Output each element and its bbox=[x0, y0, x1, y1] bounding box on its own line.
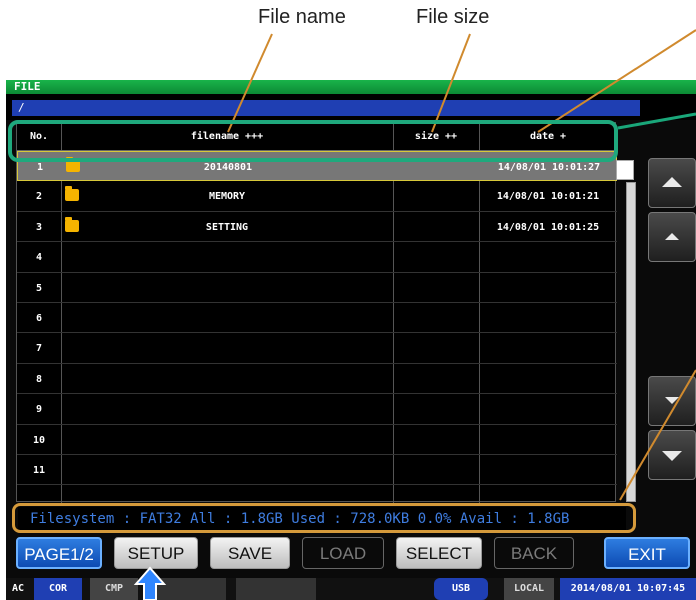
page-up-button[interactable] bbox=[648, 158, 696, 208]
header-callout-box bbox=[8, 120, 618, 162]
table-row[interactable]: 7 bbox=[17, 333, 617, 364]
arrow-up-icon bbox=[133, 566, 167, 600]
file-table: No. filename +++ size ++ date + 1 2014080… bbox=[16, 122, 617, 503]
page-down-button[interactable] bbox=[648, 430, 696, 480]
table-row[interactable]: 2 MEMORY 14/08/01 10:01:21 bbox=[17, 181, 617, 212]
usb-indicator: USB bbox=[434, 578, 488, 600]
table-row[interactable]: 9 bbox=[17, 394, 617, 425]
load-button[interactable]: LOAD bbox=[302, 537, 384, 569]
cor-indicator: COR bbox=[34, 578, 82, 600]
setup-button[interactable]: SETUP bbox=[114, 537, 198, 569]
cmp-indicator: CMP bbox=[90, 578, 138, 600]
table-row[interactable]: 10 bbox=[17, 425, 617, 455]
scroll-down-button[interactable] bbox=[648, 376, 696, 426]
exit-button[interactable]: EXIT bbox=[604, 537, 690, 569]
caret-down-icon bbox=[665, 397, 679, 404]
status-callout-box bbox=[12, 503, 636, 533]
row-filename: MEMORY bbox=[208, 191, 246, 203]
indicator-slot bbox=[236, 578, 316, 600]
file-name-callout: File name bbox=[258, 6, 346, 28]
path-bar: / bbox=[6, 94, 696, 120]
bottom-status-bar: AC COR CMP USB LOCAL 2014/08/01 10:07:45 bbox=[6, 578, 696, 600]
row-number: 2 bbox=[35, 191, 43, 203]
ac-indicator: AC bbox=[12, 583, 25, 594]
row-number: 5 bbox=[35, 282, 43, 294]
caret-up-icon bbox=[665, 233, 679, 240]
row-number: 3 bbox=[35, 221, 43, 233]
select-checkbox[interactable] bbox=[616, 160, 634, 180]
triangle-down-icon bbox=[662, 451, 682, 461]
row-number: 8 bbox=[35, 373, 43, 385]
local-indicator: LOCAL bbox=[504, 578, 554, 600]
datetime-display: 2014/08/01 10:07:45 bbox=[560, 578, 696, 600]
table-row[interactable]: 5 bbox=[17, 273, 617, 303]
row-filename: SETTING bbox=[205, 221, 249, 233]
row-number: 11 bbox=[32, 465, 46, 476]
scroll-up-button[interactable] bbox=[648, 212, 696, 262]
row-date: 14/08/01 10:01:27 bbox=[497, 162, 601, 173]
row-number: 6 bbox=[35, 313, 43, 324]
row-number: 10 bbox=[32, 434, 46, 446]
row-date: 14/08/01 10:01:21 bbox=[496, 191, 600, 203]
table-row[interactable]: 11 bbox=[17, 455, 617, 486]
save-button[interactable]: SAVE bbox=[210, 537, 290, 569]
row-number: 1 bbox=[36, 162, 44, 173]
scrollbar[interactable] bbox=[626, 182, 636, 502]
row-number: 7 bbox=[35, 343, 43, 355]
path-field[interactable]: / bbox=[12, 100, 640, 116]
back-button[interactable]: BACK bbox=[494, 537, 574, 569]
table-row[interactable]: 3 SETTING 14/08/01 10:01:25 bbox=[17, 212, 617, 243]
row-number: 4 bbox=[35, 252, 43, 264]
row-filename: 20140801 bbox=[203, 162, 253, 173]
file-size-callout: File size bbox=[416, 6, 490, 28]
table-row[interactable]: 8 bbox=[17, 364, 617, 395]
row-number: 9 bbox=[35, 404, 43, 416]
table-row[interactable]: 6 bbox=[17, 303, 617, 334]
triangle-up-icon bbox=[662, 177, 682, 187]
table-row[interactable]: 4 bbox=[17, 242, 617, 273]
page-button[interactable]: PAGE1/2 bbox=[16, 537, 102, 569]
window-title: FILE bbox=[6, 80, 696, 94]
callout-anchor bbox=[212, 128, 232, 138]
select-button[interactable]: SELECT bbox=[396, 537, 482, 569]
row-date: 14/08/01 10:01:25 bbox=[496, 221, 600, 233]
